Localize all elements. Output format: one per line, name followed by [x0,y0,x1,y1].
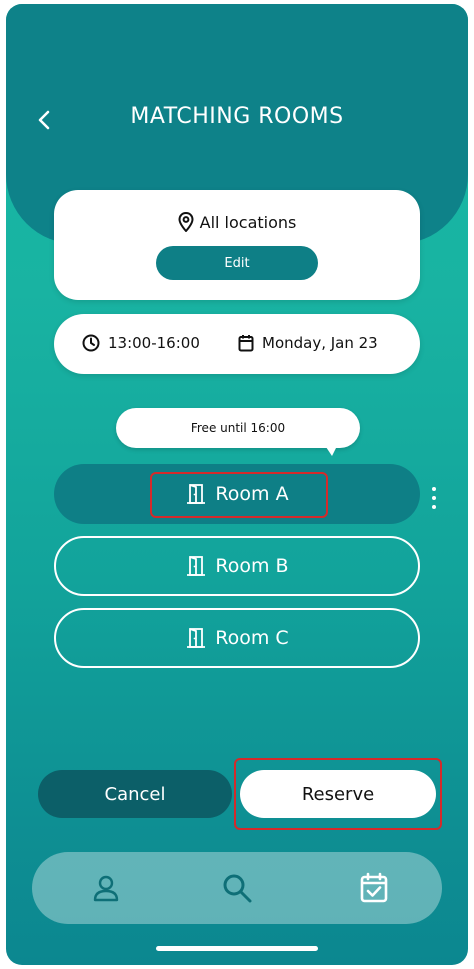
tooltip-tail [324,444,338,456]
date-picker[interactable]: Monday, Jan 23 [238,334,378,352]
room-option-b[interactable]: Room B [54,536,420,596]
home-indicator [156,946,318,951]
time-range-label: 13:00-16:00 [108,334,200,352]
room-option-c[interactable]: Room C [54,608,420,668]
availability-tooltip: Free until 16:00 [116,408,360,448]
room-label: Room C [215,627,289,649]
highlight-box-reserve [234,758,442,830]
more-dot [432,505,436,509]
date-label: Monday, Jan 23 [262,334,378,352]
location-pin-icon [178,212,194,232]
more-dot [432,496,436,500]
highlight-box-room-a [150,472,328,518]
location-card: All locations Edit [54,190,420,300]
nav-search[interactable] [217,868,257,908]
location-label: All locations [199,212,297,232]
door-icon [187,556,206,576]
more-options-button[interactable] [426,484,442,512]
nav-profile[interactable] [86,868,126,908]
calendar-icon [238,335,254,352]
calendar-check-icon [360,872,388,903]
door-icon [187,628,206,648]
bottom-nav-bar [32,852,442,924]
user-icon [93,875,119,902]
time-date-card[interactable]: 13:00-16:00 Monday, Jan 23 [54,314,420,374]
cancel-button[interactable]: Cancel [38,770,232,818]
clock-icon [82,334,100,352]
edit-location-button[interactable]: Edit [156,246,318,280]
time-range[interactable]: 13:00-16:00 [82,334,200,352]
page-title: MATCHING ROOMS [130,104,344,129]
more-dot [432,487,436,491]
nav-bookings[interactable] [354,868,394,908]
search-icon [223,874,252,903]
app-screen: MATCHING ROOMS All locations Edit 13:00-… [6,4,468,965]
room-label: Room B [215,555,289,577]
